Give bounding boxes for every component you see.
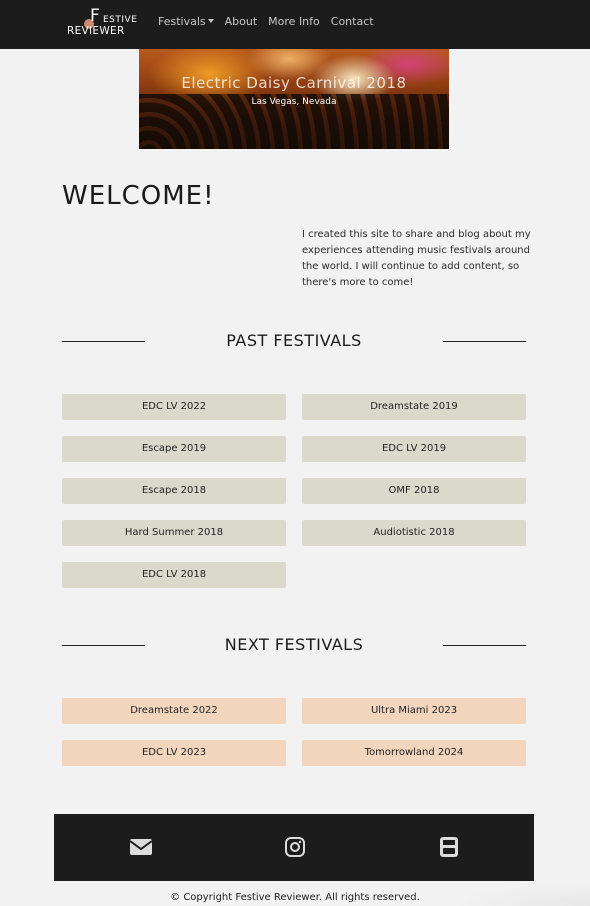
instagram-icon[interactable] — [283, 836, 307, 858]
next-festival-button[interactable]: EDC LV 2023 — [62, 740, 286, 766]
next-festival-button[interactable]: Tomorrowland 2024 — [302, 740, 526, 766]
past-festival-button[interactable]: Escape 2018 — [62, 478, 286, 504]
next-festivals-header: NEXT FESTIVALS — [62, 635, 526, 655]
hero-image: Electric Daisy Carnival 2018 Las Vegas, … — [139, 49, 449, 149]
caret-down-icon — [207, 19, 214, 23]
past-festival-button[interactable]: Audiotistic 2018 — [302, 520, 526, 546]
welcome-heading: WELCOME! — [62, 181, 215, 211]
nav-contact-link[interactable]: Contact — [331, 15, 374, 29]
hero-subtitle: Las Vegas, Nevada — [251, 97, 337, 107]
logo-estive: ESTIVE — [103, 15, 138, 25]
intro-text: I created this site to share and blog ab… — [302, 229, 531, 288]
past-festival-button[interactable]: EDC LV 2022 — [62, 394, 286, 420]
next-festival-button[interactable]: Ultra Miami 2023 — [302, 698, 526, 724]
youtube-icon[interactable] — [437, 836, 461, 858]
past-festival-button[interactable]: Escape 2019 — [62, 436, 286, 462]
past-festivals-header: PAST FESTIVALS — [62, 331, 526, 351]
past-festival-button[interactable]: OMF 2018 — [302, 478, 526, 504]
copyright-text: © Copyright Festive Reviewer. All rights… — [170, 892, 420, 903]
nav-festivals-dropdown[interactable]: Festivals — [158, 15, 214, 29]
nav-about-link[interactable]: About — [225, 15, 258, 29]
past-festival-button[interactable]: Dreamstate 2019 — [302, 394, 526, 420]
past-festival-button[interactable]: Hard Summer 2018 — [62, 520, 286, 546]
nav-more-info-link[interactable]: More Info — [268, 15, 320, 29]
divider-line — [443, 645, 526, 646]
logo-letter-f: F — [90, 6, 100, 26]
past-festival-button[interactable]: EDC LV 2018 — [62, 562, 286, 588]
nav-links: Festivals About More Info Contact — [158, 15, 374, 29]
past-festival-button[interactable]: EDC LV 2019 — [302, 436, 526, 462]
hero-title: Electric Daisy Carnival 2018 — [181, 74, 407, 92]
divider-line — [443, 341, 526, 342]
envelope-icon[interactable] — [129, 836, 153, 858]
navbar: F ESTIVE REVIEWER Festivals About More I… — [0, 0, 590, 49]
logo-reviewer: REVIEWER — [67, 25, 125, 37]
nav-festivals-label: Festivals — [158, 15, 206, 28]
site-logo[interactable]: F ESTIVE REVIEWER — [66, 6, 140, 39]
next-festival-button[interactable]: Dreamstate 2022 — [62, 698, 286, 724]
footer-bar — [54, 814, 534, 881]
